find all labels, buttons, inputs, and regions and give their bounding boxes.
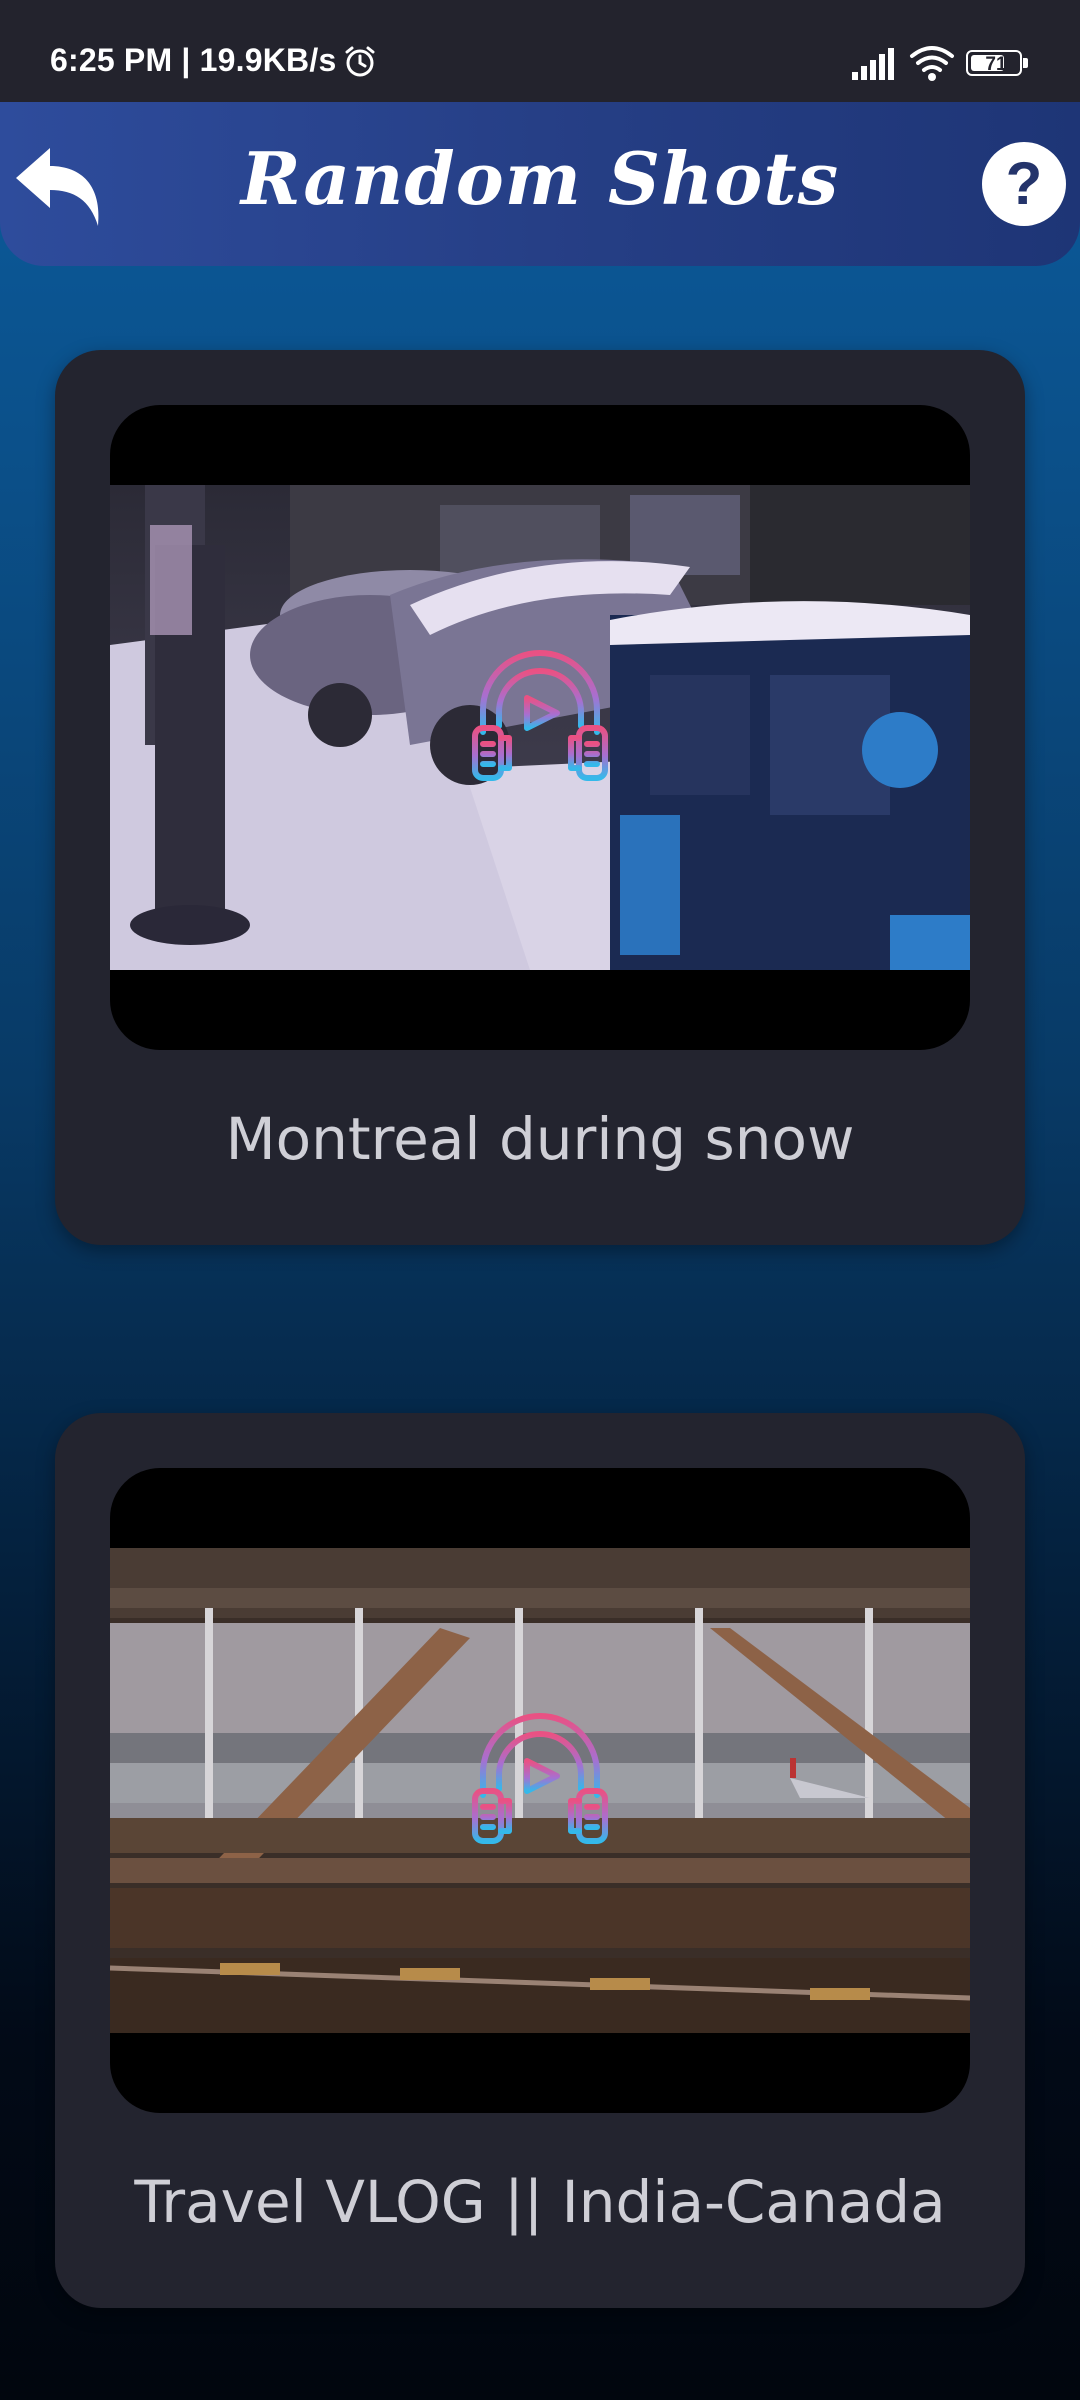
video-title[interactable]: Montreal during snow — [55, 1105, 1025, 1173]
status-bar: 6:25 PM | 19.9KB/s 71 — [0, 0, 1080, 102]
signal-icon — [852, 48, 894, 80]
page-title: Random Shots — [240, 136, 840, 221]
video-title[interactable]: Travel VLOG || India-Canada — [55, 2168, 1025, 2236]
help-button[interactable]: ? — [982, 142, 1066, 226]
wifi-icon — [910, 46, 954, 81]
headphones-play-icon[interactable] — [465, 640, 615, 790]
video-thumbnail[interactable] — [110, 1468, 970, 2113]
video-card[interactable]: Montreal during snow — [55, 350, 1025, 1245]
battery-icon: 71 — [966, 50, 1030, 78]
status-time: 6:25 PM | 19.9KB/s — [50, 42, 337, 78]
alarm-icon — [345, 46, 375, 77]
app-header: Random Shots ? — [0, 102, 1080, 266]
battery-level: 71 — [985, 54, 1007, 75]
video-card[interactable]: Travel VLOG || India-Canada — [55, 1413, 1025, 2308]
headphones-play-icon[interactable] — [465, 1703, 615, 1853]
video-thumbnail[interactable] — [110, 405, 970, 1050]
